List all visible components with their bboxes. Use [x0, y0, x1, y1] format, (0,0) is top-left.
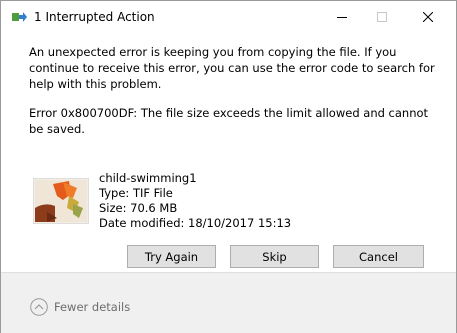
fewer-details-link[interactable]: Fewer details: [54, 300, 130, 314]
maximize-button: [359, 1, 405, 33]
minimize-icon: [337, 17, 347, 18]
image-thumbnail: [33, 178, 89, 224]
error-code-message: Error 0x800700DF: The file size exceeds …: [29, 106, 429, 136]
dialog-content: An unexpected error is keeping you from …: [1, 33, 456, 272]
window-title: 1 Interrupted Action: [34, 10, 155, 24]
file-type: Type: TIF File: [99, 186, 173, 200]
file-date-modified: Date modified: 18/10/2017 15:13: [99, 216, 292, 230]
skip-button[interactable]: Skip: [230, 245, 319, 268]
file-name: child-swimming1: [99, 171, 197, 185]
maximize-icon: [377, 12, 387, 22]
interrupted-action-dialog: 1 Interrupted Action An unexpected error…: [0, 0, 457, 333]
dialog-footer: Fewer details: [1, 272, 456, 333]
cancel-button[interactable]: Cancel: [333, 245, 424, 268]
try-again-button[interactable]: Try Again: [127, 245, 216, 268]
file-details: child-swimming1 Type: TIF File Size: 70.…: [99, 171, 291, 231]
file-size: Size: 70.6 MB: [99, 201, 178, 215]
title-bar[interactable]: 1 Interrupted Action: [1, 1, 456, 33]
error-description: An unexpected error is keeping you from …: [29, 45, 435, 91]
close-button[interactable]: [405, 1, 451, 33]
close-icon: [423, 12, 433, 22]
chevron-up-circle-icon[interactable]: [30, 298, 48, 316]
copy-progress-icon: [12, 12, 27, 22]
